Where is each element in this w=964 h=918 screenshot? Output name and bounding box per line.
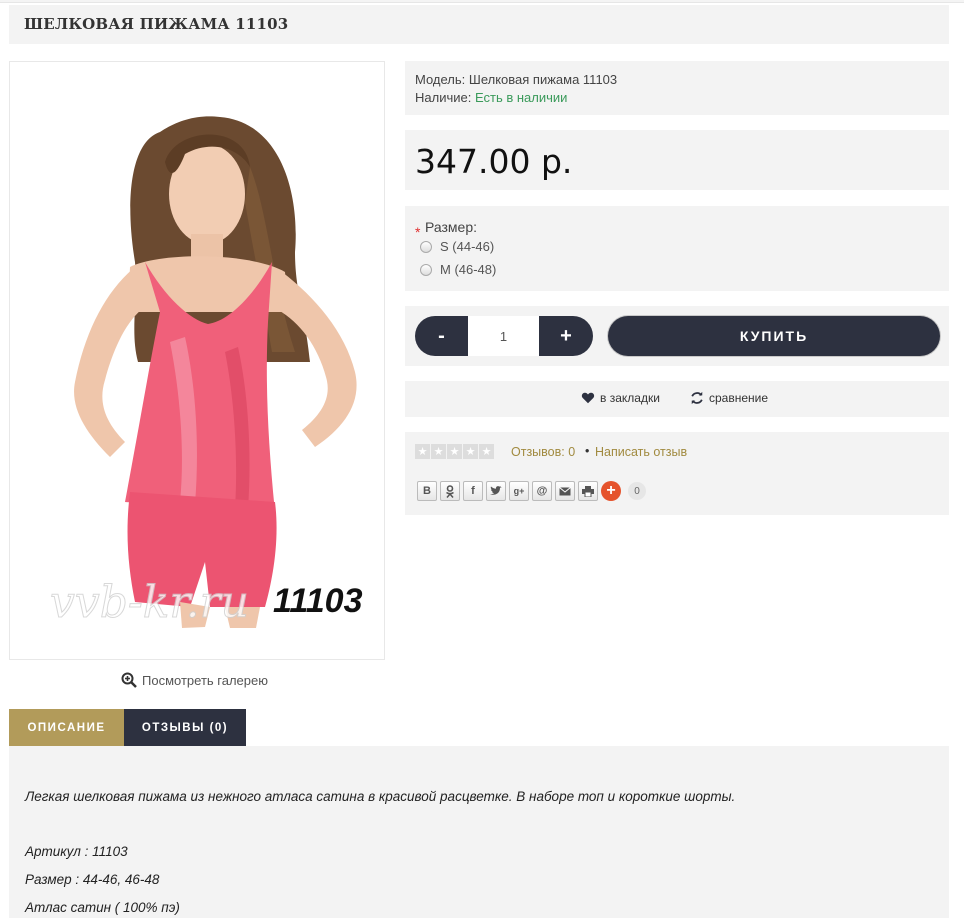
stock-value: Есть в наличии [474,90,568,105]
print-icon[interactable] [578,481,598,501]
email-share-icon[interactable] [555,481,575,501]
wishlist-compare-panel: в закладки сравнение [405,381,949,417]
description-content: Легкая шелковая пижама из нежного атласа… [9,746,949,918]
write-review-link[interactable]: Написать отзыв [595,445,687,459]
description-article: Артикул : 11103 [25,844,128,859]
size-option-s-label: S (44-46) [440,239,495,254]
quantity-input[interactable] [468,316,539,356]
star-icon: ★ [431,444,446,459]
google-plus-share-icon[interactable]: g+ [509,481,529,501]
product-photo: vvb-kr.ru 11103 [10,62,384,659]
compare-label: сравнение [709,391,769,405]
reviews-count-link[interactable]: Отзывов: 0 [511,445,575,459]
size-option-m[interactable]: M (46-48) [420,262,496,277]
required-mark: * [415,224,421,240]
reviews-panel: ★ ★ ★ ★ ★ Отзывов: 0 • Написать отзыв В … [405,432,949,515]
facebook-share-icon[interactable]: f [463,481,483,501]
size-option-s[interactable]: S (44-46) [420,239,494,254]
odnoklassniki-share-icon[interactable] [440,481,460,501]
cart-panel: - + КУПИТЬ [405,306,949,366]
mailru-share-icon[interactable]: @ [532,481,552,501]
star-icon: ★ [479,444,494,459]
view-gallery-link[interactable]: Посмотреть галерею [121,672,268,688]
stock-label: Наличие: [415,90,472,105]
model-row: Модель: Шелковая пижама 11103 [415,71,939,89]
description-size: Размер : 44-46, 46-48 [25,872,160,887]
product-info-panel: Модель: Шелковая пижама 11103 Наличие: Е… [405,61,949,115]
rating-stars: ★ ★ ★ ★ ★ [415,444,494,459]
add-to-wishlist-link[interactable]: в закладки [581,391,660,405]
separator-dot: • [585,444,590,458]
image-product-number: 11103 [273,582,363,620]
page-title: ШЕЛКОВАЯ ПИЖАМА 11103 [24,15,289,33]
product-price: 347.00 р. [415,142,573,181]
quantity-increase-button[interactable]: + [539,316,593,356]
share-more-button[interactable]: + [601,481,621,501]
twitter-share-icon[interactable] [486,481,506,501]
wishlist-label: в закладки [600,391,660,405]
image-watermark: vvb-kr.ru [50,577,249,628]
buy-button[interactable]: КУПИТЬ [608,316,940,356]
size-option-label: Размер: [425,219,478,235]
vk-share-icon[interactable]: В [417,481,437,501]
quantity-decrease-button[interactable]: - [415,316,468,356]
radio-m[interactable] [420,263,432,276]
heart-icon [581,392,595,404]
add-to-compare-link[interactable]: сравнение [690,391,768,405]
product-tabs: ОПИСАНИЕ ОТЗЫВЫ (0) [9,709,246,746]
top-border [0,0,964,3]
star-icon: ★ [415,444,430,459]
tab-description[interactable]: ОПИСАНИЕ [9,709,124,746]
star-icon: ★ [447,444,462,459]
tab-reviews[interactable]: ОТЗЫВЫ (0) [124,709,246,746]
model-value: Шелковая пижама 11103 [468,72,618,87]
model-label: Модель: [415,72,466,87]
zoom-in-icon [121,672,137,688]
share-buttons: В f g+ @ + 0 [417,481,646,501]
price-panel: 347.00 р. [405,130,949,190]
description-material: Атлас сатин ( 100% пэ) [25,900,180,915]
radio-s[interactable] [420,240,432,253]
size-option-m-label: M (46-48) [440,262,497,277]
stock-row: Наличие: Есть в наличии [415,89,939,107]
description-intro: Легкая шелковая пижама из нежного атласа… [25,789,736,804]
product-image[interactable]: vvb-kr.ru 11103 [9,61,385,660]
refresh-icon [691,391,703,405]
title-bar: ШЕЛКОВАЯ ПИЖАМА 11103 [9,5,949,44]
size-options-panel: * Размер: S (44-46) M (46-48) [405,206,949,291]
share-count: 0 [628,482,646,500]
view-gallery-label: Посмотреть галерею [142,672,268,688]
star-icon: ★ [463,444,478,459]
